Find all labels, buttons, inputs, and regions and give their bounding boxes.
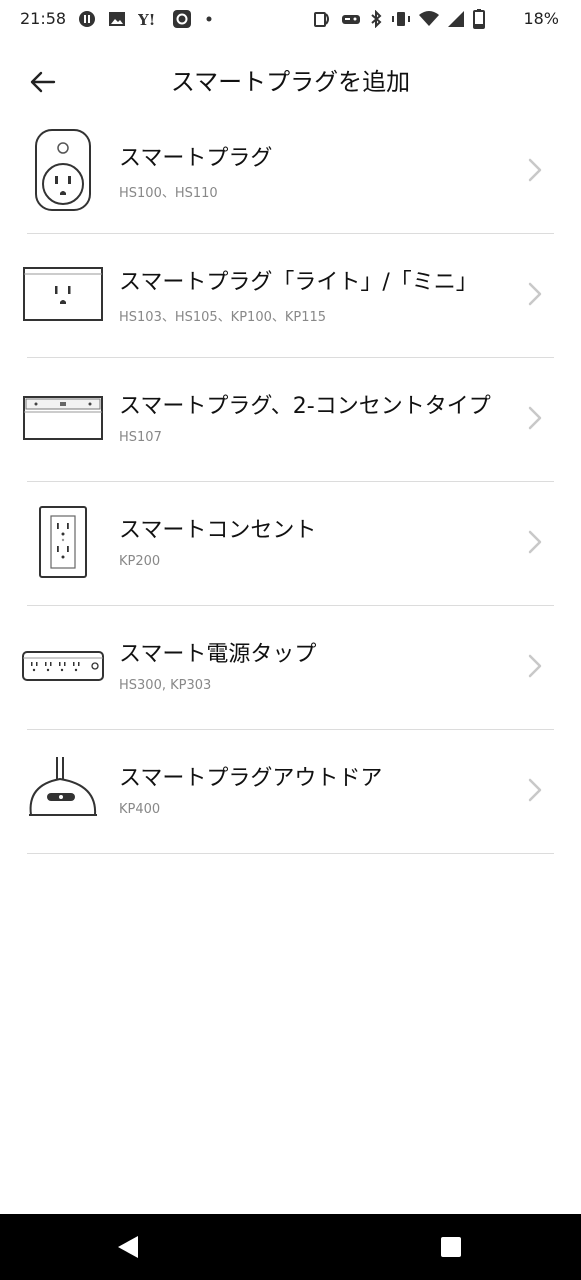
- dot-icon: [206, 16, 212, 22]
- device-thumbnail: [20, 248, 106, 340]
- yahoo-icon: Y!: [138, 11, 155, 28]
- device-models: KP200: [119, 554, 161, 569]
- device-models: HS103、HS105、KP100、KP115: [119, 310, 327, 325]
- device-title: スマートプラグアウトドア: [119, 766, 383, 791]
- device-row-smart-plug-dual[interactable]: スマートプラグ、2-コンセントタイプ HS107: [0, 358, 581, 482]
- smart-plug-dual-icon: [23, 396, 103, 440]
- bluetooth-icon: [371, 10, 382, 28]
- page-title: スマートプラグを追加: [170, 68, 411, 96]
- device-models: HS107: [119, 430, 162, 445]
- chevron-right-icon: [528, 282, 542, 306]
- device-thumbnail: [20, 620, 106, 712]
- chevron-right-icon: [528, 406, 542, 430]
- device-row-smart-plug-mini[interactable]: スマートプラグ「ライト」/「ミニ」 HS103、HS105、KP100、KP11…: [0, 234, 581, 358]
- wifi-icon: [419, 11, 439, 26]
- battery-icon: [473, 9, 485, 29]
- status-bar: 21:58 Y! 18%: [0, 0, 581, 40]
- device-row-smart-plug[interactable]: スマートプラグ HS100、HS110: [0, 110, 581, 234]
- device-title: スマート電源タップ: [119, 642, 317, 667]
- game-icon: [342, 15, 360, 24]
- image-icon: [109, 12, 125, 26]
- chevron-right-icon: [528, 158, 542, 182]
- status-right-icons: [313, 9, 485, 29]
- vibrate-icon: [392, 12, 410, 26]
- smart-plug-mini-icon: [23, 267, 103, 321]
- smart-plug-round-icon: [35, 129, 91, 211]
- device-models: HS100、HS110: [119, 186, 218, 201]
- device-title: スマートプラグ、2-コンセントタイプ: [119, 394, 491, 419]
- device-thumbnail: [20, 372, 106, 464]
- status-left-icons: Y!: [78, 9, 214, 29]
- device-title: スマートプラグ: [119, 146, 273, 171]
- system-nav-bar: [0, 1214, 581, 1280]
- divider: [27, 853, 554, 854]
- device-thumbnail: [20, 496, 106, 588]
- cell-signal-icon: [448, 11, 464, 27]
- wall-outlet-icon: [39, 506, 87, 578]
- battery-percent: 18%: [523, 9, 559, 28]
- device-models: KP400: [119, 802, 161, 817]
- pause-circle-icon: [79, 11, 95, 27]
- device-title: スマートコンセント: [119, 518, 317, 543]
- nfc-icon: [314, 12, 329, 27]
- device-models: HS300, KP303: [119, 678, 212, 693]
- device-row-smart-outlet[interactable]: スマートコンセント KP200: [0, 482, 581, 606]
- device-row-power-strip[interactable]: スマート電源タップ HS300, KP303: [0, 606, 581, 730]
- nav-back-triangle-icon[interactable]: [116, 1234, 140, 1260]
- lens-icon: [173, 10, 191, 28]
- device-thumbnail: [20, 744, 106, 836]
- device-thumbnail: [20, 124, 106, 216]
- outdoor-plug-icon: [29, 757, 97, 816]
- chevron-right-icon: [528, 654, 542, 678]
- nav-recents-square-icon[interactable]: [441, 1237, 461, 1257]
- header: スマートプラグを追加: [0, 48, 581, 112]
- chevron-right-icon: [528, 778, 542, 802]
- power-strip-icon: [22, 651, 104, 681]
- device-type-list: スマートプラグ HS100、HS110 スマートプラグ「ライト」/「ミニ」 HS…: [0, 110, 581, 854]
- device-row-outdoor-plug[interactable]: スマートプラグアウトドア KP400: [0, 730, 581, 854]
- status-time: 21:58: [20, 9, 67, 28]
- svg-text:Y!: Y!: [138, 11, 155, 28]
- device-title: スマートプラグ「ライト」/「ミニ」: [119, 270, 478, 295]
- chevron-right-icon: [528, 530, 542, 554]
